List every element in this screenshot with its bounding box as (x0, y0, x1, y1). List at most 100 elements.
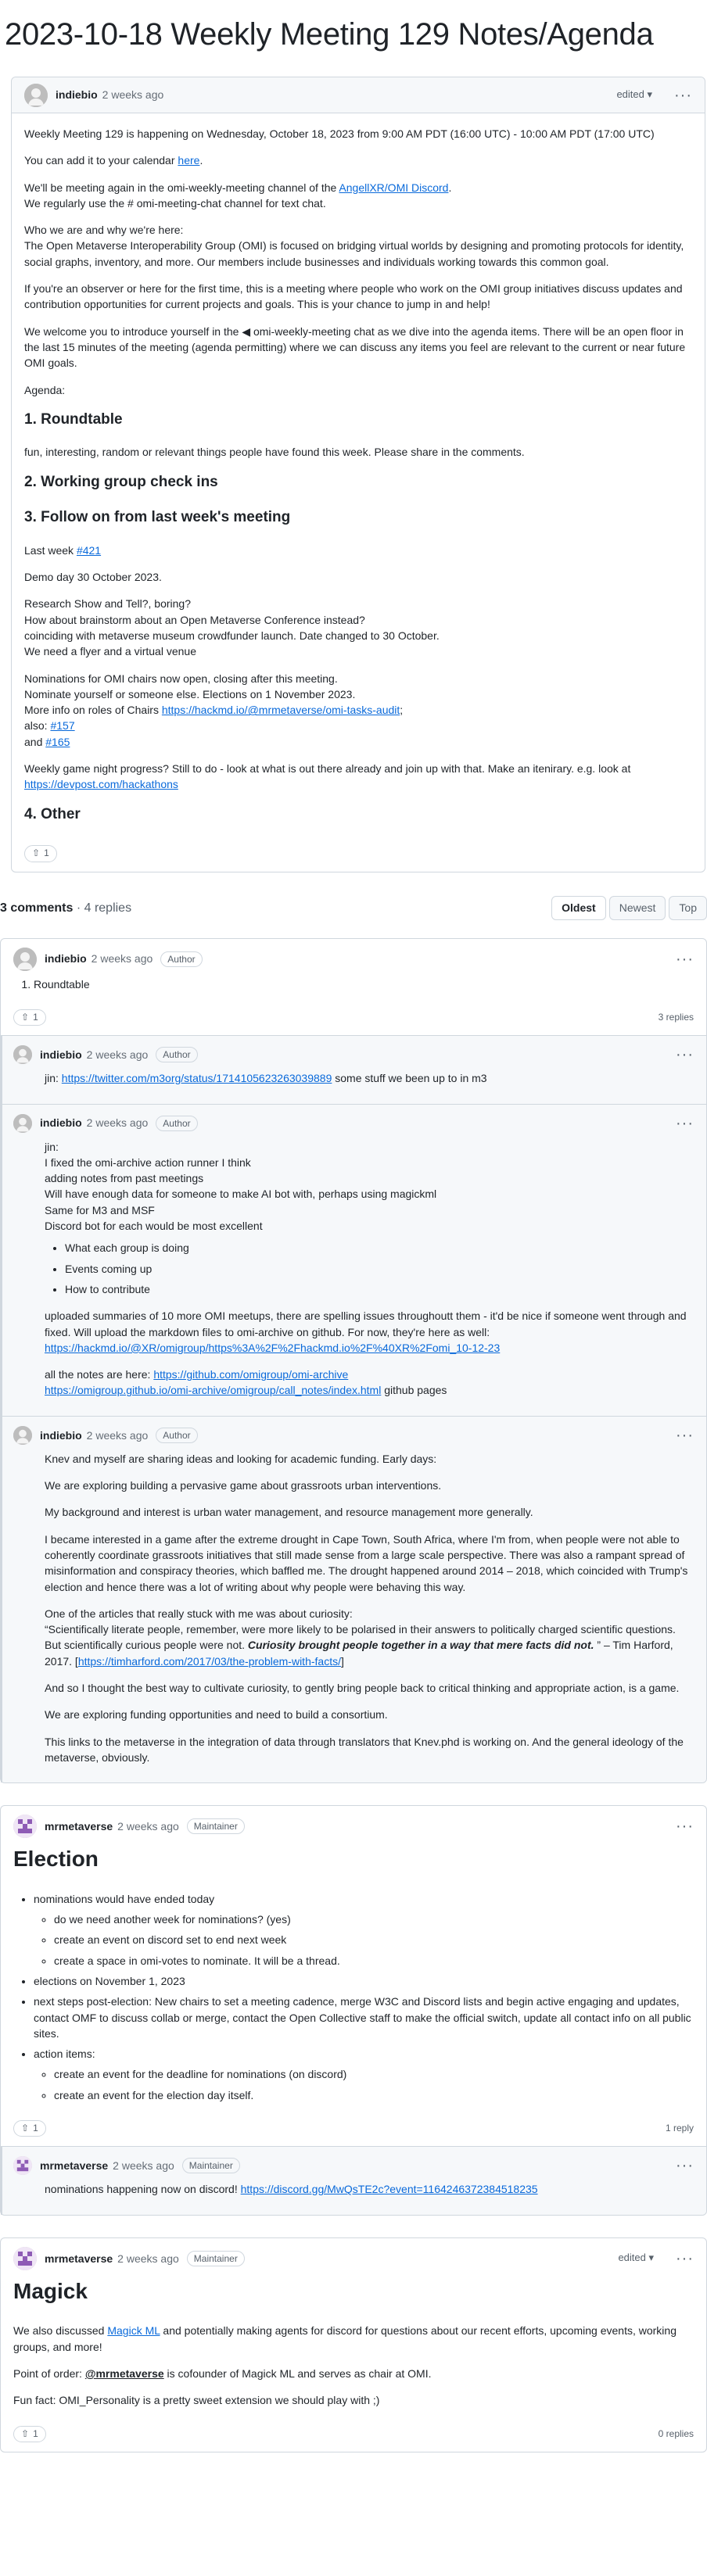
timestamp[interactable]: 2 weeks ago (92, 951, 153, 966)
paragraph: Research Show and Tell?, boring? How abou… (24, 597, 440, 658)
author-name[interactable]: indiebio (40, 1428, 82, 1443)
timestamp[interactable]: 2 weeks ago (117, 2251, 179, 2266)
reply: mrmetaverse 2 weeks ago Maintainer ··· n… (1, 2146, 706, 2216)
arrow-up-icon: ⇧ (21, 2123, 30, 2134)
kebab-menu-icon[interactable]: ··· (674, 88, 692, 103)
kebab-menu-icon[interactable]: ··· (676, 2158, 694, 2173)
author-name[interactable]: mrmetaverse (45, 1818, 113, 1834)
avatar[interactable] (24, 83, 48, 107)
upvote-button[interactable]: ⇧ 1 (24, 845, 57, 862)
timestamp[interactable]: 2 weeks ago (87, 1047, 149, 1062)
section-heading: 2. Working group check ins (24, 473, 218, 490)
discord-event-link[interactable]: https://discord.gg/MwQsTE2c?event=116424… (241, 2183, 538, 2195)
comment-header: mrmetaverse 2 weeks ago Maintainer edite… (1, 2243, 706, 2274)
hackmd-link[interactable]: https://hackmd.io/@mrmetaverse/omi-tasks… (162, 704, 400, 716)
paragraph: We also discussed Magick ML and potentia… (13, 2324, 676, 2353)
calendar-link[interactable]: here (178, 154, 199, 167)
list-item: Events coming up (65, 1261, 694, 1277)
author-name[interactable]: indiebio (40, 1115, 82, 1130)
comment-body: Roundtable (1, 975, 706, 1009)
issue-link[interactable]: #165 (45, 736, 70, 748)
reaction-row: ⇧ 1 1 reply (1, 2120, 706, 2146)
replies-count[interactable]: 1 reply (666, 2122, 694, 2135)
comment-header: mrmetaverse 2 weeks ago Maintainer ··· (1, 1811, 706, 1842)
reply-body: jin: I fixed the omi-archive action runne… (1, 1139, 706, 1416)
maintainer-badge: Maintainer (186, 1818, 245, 1835)
kebab-menu-icon[interactable]: ··· (676, 2251, 694, 2266)
author-name[interactable]: mrmetaverse (40, 2158, 108, 2173)
avatar[interactable] (13, 2156, 32, 2176)
sort-newest-button[interactable]: Newest (608, 896, 666, 920)
default-avatar-icon (13, 1045, 32, 1065)
comment-thread: indiebio 2 weeks ago Author ··· Roundtab… (0, 937, 707, 1784)
timestamp[interactable]: 2 weeks ago (117, 1818, 179, 1834)
reply-header: mrmetaverse 2 weeks ago Maintainer ··· (1, 2150, 706, 2181)
issue-link[interactable]: #421 (77, 544, 101, 557)
github-link[interactable]: https://github.com/omigroup/omi-archive (153, 1368, 348, 1381)
edited-dropdown[interactable]: edited ▾ (618, 2251, 654, 2266)
avatar[interactable] (13, 1815, 37, 1839)
avatar[interactable] (13, 1045, 32, 1065)
replies-count[interactable]: 3 replies (659, 1011, 694, 1024)
author-name[interactable]: mrmetaverse (45, 2251, 113, 2266)
page-title: 2023-10-18 Weekly Meeting 129 Notes/Agen… (5, 17, 654, 52)
timestamp[interactable]: 2 weeks ago (113, 2158, 174, 2173)
timestamp[interactable]: 2 weeks ago (87, 1428, 149, 1443)
comment-thread: mrmetaverse 2 weeks ago Maintainer edite… (0, 2237, 707, 2452)
sort-top-button[interactable]: Top (669, 896, 707, 920)
edited-dropdown[interactable]: edited ▾ (616, 88, 652, 102)
timestamp[interactable]: 2 weeks ago (102, 87, 164, 102)
twitter-link[interactable]: https://twitter.com/m3org/status/1714105… (62, 1072, 332, 1084)
reply: indiebio 2 weeks ago Author ··· jin: htt… (1, 1035, 706, 1104)
discord-link[interactable]: AngellXR/OMI Discord (339, 181, 448, 194)
reply-body: Knev and myself are sharing ideas and lo… (1, 1451, 706, 1782)
author-name[interactable]: indiebio (40, 1047, 82, 1062)
author-badge: Author (156, 1427, 198, 1443)
devpost-link[interactable]: https://devpost.com/hackathons (24, 778, 178, 790)
paragraph: Weekly Meeting 129 is happening on Wedne… (24, 127, 655, 140)
maintainer-badge: Maintainer (181, 2158, 240, 2174)
github-pages-link[interactable]: https://omigroup.github.io/omi-archive/o… (45, 1384, 381, 1396)
avatar[interactable] (13, 2246, 37, 2270)
avatar[interactable] (13, 1113, 32, 1133)
list-item: elections on November 1, 2023 (34, 1973, 694, 1989)
default-avatar-icon (24, 83, 48, 107)
avatar[interactable] (13, 947, 37, 971)
magick-ml-link[interactable]: Magick ML (107, 2324, 160, 2337)
comment-header: indiebio 2 weeks ago Author ··· (1, 944, 706, 975)
article-link[interactable]: https://timharford.com/2017/03/the-probl… (78, 1655, 341, 1668)
list-item: do we need another week for nominations?… (54, 1911, 694, 1927)
kebab-menu-icon[interactable]: ··· (676, 1428, 694, 1443)
arrow-up-icon: ⇧ (21, 2427, 30, 2439)
reaction-row: ⇧ 1 3 replies (1, 1009, 706, 1035)
list-item: How to contribute (65, 1281, 694, 1297)
chevron-down-icon: ▾ (648, 2252, 655, 2264)
issue-link[interactable]: #157 (50, 719, 74, 732)
comment-thread: mrmetaverse 2 weeks ago Maintainer ··· E… (0, 1805, 707, 2216)
paragraph: fun, interesting, random or relevant thi… (24, 446, 525, 459)
avatar[interactable] (13, 1425, 32, 1445)
discussion-post: indiebio 2 weeks ago edited ▾ ··· Weekly… (11, 77, 705, 872)
comment-body: Election nominations would have ended to… (1, 1842, 706, 2120)
reply-header: indiebio 2 weeks ago Author ··· (1, 1420, 706, 1451)
list-item: create a space in omi-votes to nominate.… (54, 1953, 694, 1969)
upvote-button[interactable]: ⇧ 1 (13, 2425, 46, 2442)
hackmd-link[interactable]: https://hackmd.io/@XR/omigroup/https%3A%… (45, 1342, 500, 1354)
arrow-up-icon: ⇧ (32, 847, 41, 859)
kebab-menu-icon[interactable]: ··· (676, 1047, 694, 1062)
author-name[interactable]: indiebio (56, 87, 98, 102)
default-avatar-icon (13, 1113, 32, 1133)
kebab-menu-icon[interactable]: ··· (676, 951, 694, 967)
paragraph: Point of order: @mrmetaverse is cofounde… (13, 2366, 432, 2380)
paragraph: If you're an observer or here for the fi… (24, 282, 683, 311)
user-mention[interactable]: @mrmetaverse (85, 2367, 164, 2380)
upvote-button[interactable]: ⇧ 1 (13, 1009, 46, 1026)
author-name[interactable]: indiebio (45, 951, 87, 966)
kebab-menu-icon[interactable]: ··· (676, 1818, 694, 1834)
replies-count[interactable]: 0 replies (659, 2427, 694, 2441)
paragraph: You can add it to your calendar here. (24, 154, 203, 167)
upvote-button[interactable]: ⇧ 1 (13, 2120, 46, 2137)
sort-oldest-button[interactable]: Oldest (551, 896, 606, 920)
kebab-menu-icon[interactable]: ··· (676, 1116, 694, 1131)
timestamp[interactable]: 2 weeks ago (87, 1115, 149, 1130)
